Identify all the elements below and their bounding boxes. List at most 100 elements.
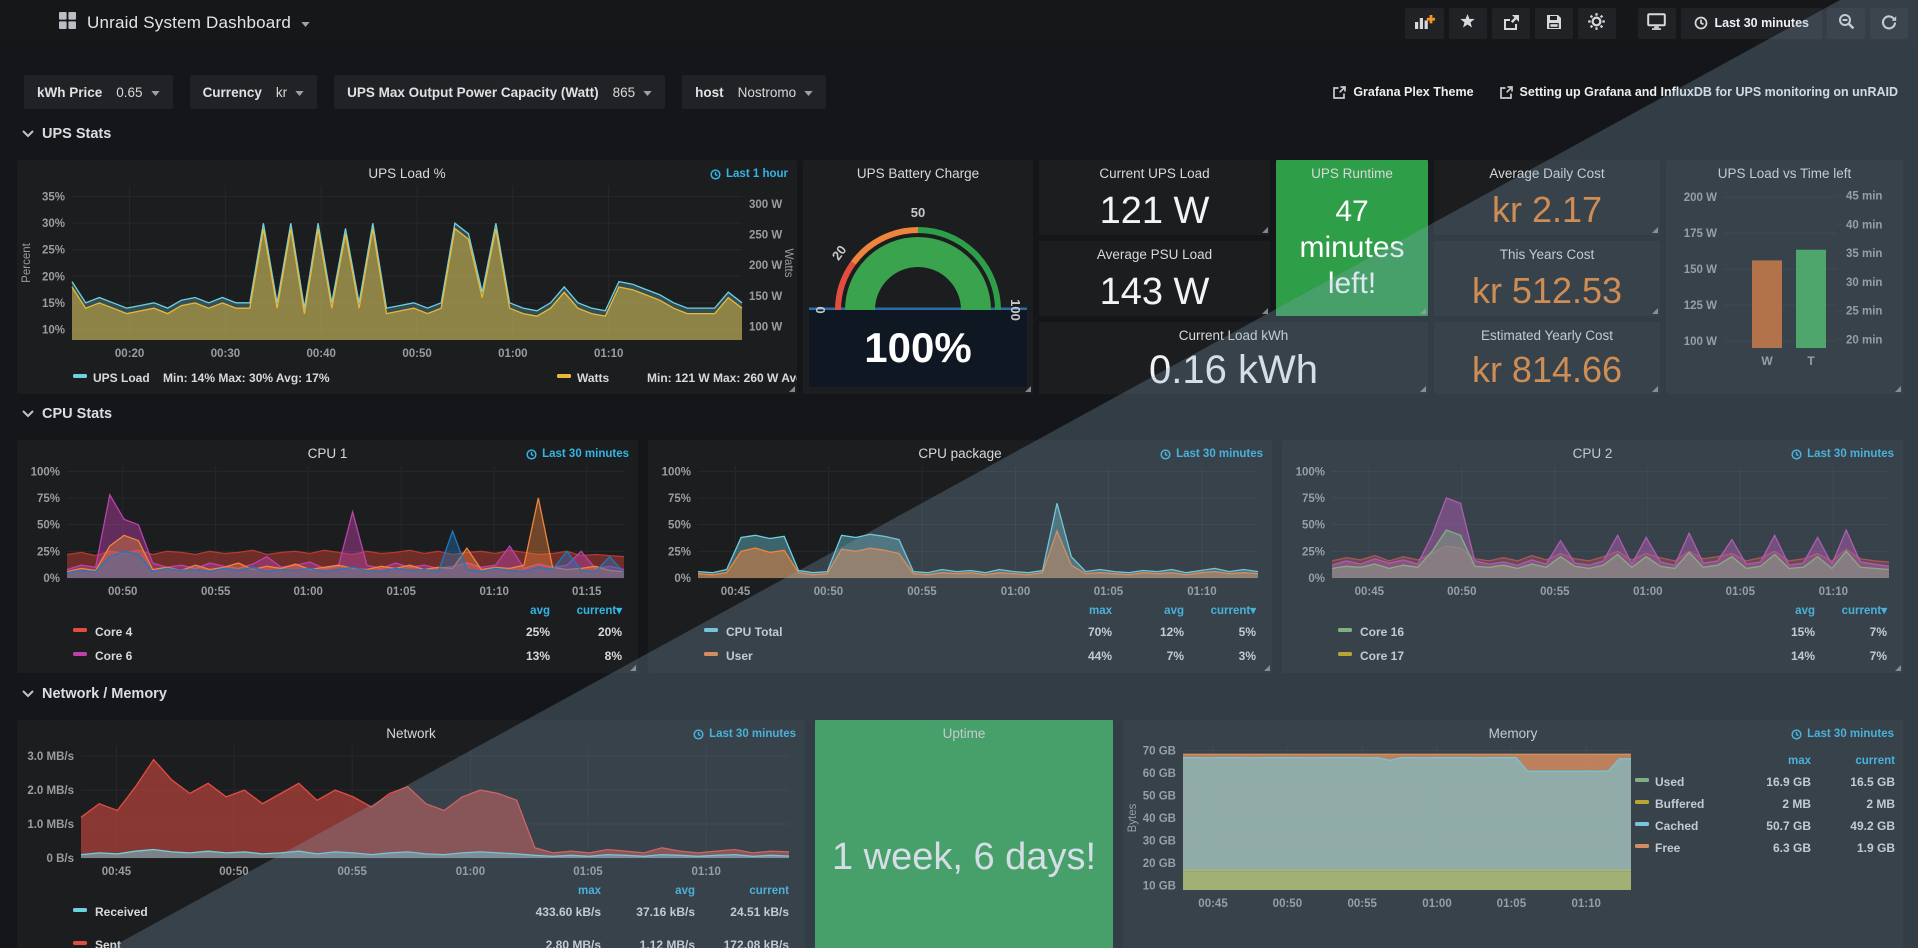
svg-text:25%: 25% bbox=[668, 546, 691, 558]
panel-ups-load-vs-time-left[interactable]: UPS Load vs Time left200 W175 W150 W125 … bbox=[1666, 160, 1903, 394]
stat-value: kr 814.66 bbox=[1434, 352, 1660, 388]
svg-text:200 W: 200 W bbox=[749, 260, 782, 272]
svg-text:150 W: 150 W bbox=[749, 291, 782, 303]
variable-label: UPS Max Output Power Capacity (Watt) bbox=[347, 85, 599, 100]
panel-current-ups-load[interactable]: Current UPS Load 121 W bbox=[1039, 160, 1270, 235]
section-network-memory[interactable]: Network / Memory bbox=[22, 686, 167, 702]
panel-title[interactable]: Average Daily Cost bbox=[1434, 166, 1660, 181]
section-title: Network / Memory bbox=[42, 686, 167, 702]
panel-average-daily-cost[interactable]: Average Daily Costkr 2.17 bbox=[1434, 160, 1660, 235]
panel-title[interactable]: Current UPS Load bbox=[1039, 166, 1270, 181]
chevron-down-icon bbox=[22, 410, 34, 418]
variable-value[interactable]: 865 bbox=[613, 85, 636, 100]
svg-text:00:50: 00:50 bbox=[108, 586, 137, 598]
refresh-button[interactable] bbox=[1870, 8, 1908, 39]
save-icon bbox=[1546, 14, 1562, 33]
variable-pill-currency: Currency kr bbox=[190, 75, 318, 109]
time-range-picker[interactable]: Last 30 minutes bbox=[1681, 8, 1822, 39]
svg-text:300 W: 300 W bbox=[749, 199, 782, 211]
panel-this-years-cost[interactable]: This Years Costkr 512.53 bbox=[1434, 241, 1660, 316]
add-panel-button[interactable] bbox=[1405, 8, 1444, 39]
panel-cpu-package[interactable]: CPU packageLast 30 minutes100%75%50%25%0… bbox=[648, 440, 1272, 673]
svg-text:0 B/s: 0 B/s bbox=[47, 853, 75, 865]
variable-label: Currency bbox=[203, 85, 262, 100]
add-panel-icon bbox=[1414, 14, 1435, 33]
svg-text:25 min: 25 min bbox=[1846, 306, 1882, 318]
dashboard-title[interactable]: Unraid System Dashboard bbox=[87, 13, 291, 33]
svg-text:00:55: 00:55 bbox=[1540, 586, 1570, 598]
panel-memory[interactable]: MemoryLast 30 minutes70 GB60 GB50 GB40 G… bbox=[1123, 720, 1903, 948]
stat-value: 47minutesleft! bbox=[1276, 194, 1428, 302]
svg-text:100%: 100% bbox=[1296, 466, 1325, 478]
caret-down-icon[interactable] bbox=[804, 83, 813, 101]
variable-pills: kWh Price0.65CurrencykrUPS Max Output Po… bbox=[24, 75, 843, 109]
dashboard-link[interactable]: Grafana Plex Theme bbox=[1333, 85, 1473, 99]
svg-text:250 W: 250 W bbox=[749, 229, 782, 241]
svg-text:01:10: 01:10 bbox=[594, 348, 623, 360]
svg-text:25%: 25% bbox=[42, 245, 65, 257]
section-cpu-stats[interactable]: CPU Stats bbox=[22, 406, 112, 422]
navbar: Unraid System Dashboard Last 30 minutes bbox=[0, 0, 1918, 46]
stat-value: 0.16 kWh bbox=[1039, 350, 1428, 390]
zoom-out-button[interactable] bbox=[1827, 8, 1865, 39]
panel-resize-handle[interactable] bbox=[1420, 308, 1426, 314]
caret-down-icon[interactable] bbox=[295, 83, 304, 101]
svg-text:0%: 0% bbox=[1308, 573, 1325, 585]
variable-value[interactable]: Nostromo bbox=[738, 85, 797, 100]
svg-text:100: 100 bbox=[1008, 299, 1023, 321]
star-button[interactable] bbox=[1449, 8, 1487, 39]
panel-title[interactable]: UPS Runtime bbox=[1276, 166, 1428, 181]
zoom-out-icon bbox=[1838, 13, 1855, 33]
panel-title[interactable]: Average PSU Load bbox=[1039, 247, 1270, 262]
save-button[interactable] bbox=[1535, 8, 1573, 39]
time-series-chart[interactable]: 100%75%50%25%0%00:4500:5000:5501:0001:05… bbox=[1282, 440, 1903, 673]
panel-title[interactable]: Uptime bbox=[815, 726, 1113, 741]
caret-down-icon[interactable] bbox=[151, 83, 160, 101]
stat-value: 121 W bbox=[1039, 192, 1270, 230]
time-series-chart[interactable]: 100%75%50%25%0%00:4500:5000:5501:0001:05… bbox=[648, 440, 1272, 673]
time-series-chart[interactable]: 70 GB60 GB50 GB40 GB30 GB20 GB10 GB00:45… bbox=[1123, 720, 1903, 948]
link-label: Setting up Grafana and InfluxDB for UPS … bbox=[1520, 85, 1898, 99]
stat-line: left! bbox=[1276, 266, 1428, 302]
svg-text:50%: 50% bbox=[1302, 520, 1325, 532]
panel-network[interactable]: NetworkLast 30 minutes3.0 MB/s2.0 MB/s1.… bbox=[17, 720, 805, 948]
time-series-chart[interactable]: 100%75%50%25%0%00:5000:5501:0001:0501:10… bbox=[17, 440, 638, 673]
svg-text:00:55: 00:55 bbox=[907, 586, 937, 598]
svg-text:01:05: 01:05 bbox=[1497, 898, 1527, 910]
dashboard-link[interactable]: Setting up Grafana and InfluxDB for UPS … bbox=[1500, 85, 1898, 99]
panel-ups-load-graph[interactable]: UPS Load %Last 1 hour35%30%25%20%15%10%3… bbox=[17, 160, 797, 394]
panel-ups-runtime[interactable]: UPS Runtime 47minutesleft! bbox=[1276, 160, 1428, 316]
panel-cpu-2[interactable]: CPU 2Last 30 minutes100%75%50%25%0%00:45… bbox=[1282, 440, 1903, 673]
apps-grid-icon[interactable] bbox=[58, 11, 77, 35]
panel-average-psu-load[interactable]: Average PSU Load143 W bbox=[1039, 241, 1270, 316]
cycle-view-button[interactable] bbox=[1638, 8, 1676, 39]
svg-text:01:00: 01:00 bbox=[1422, 898, 1451, 910]
svg-text:01:10: 01:10 bbox=[1819, 586, 1848, 598]
section-ups-stats[interactable]: UPS Stats bbox=[22, 126, 111, 142]
variable-value[interactable]: 0.65 bbox=[116, 85, 142, 100]
bar-chart: 200 W175 W150 W125 W100 W45 min40 min35 … bbox=[1666, 160, 1903, 394]
panel-title[interactable]: Estimated Yearly Cost bbox=[1434, 328, 1660, 343]
time-series-chart[interactable]: 3.0 MB/s2.0 MB/s1.0 MB/s0 B/s00:4500:500… bbox=[17, 720, 805, 948]
svg-text:01:10: 01:10 bbox=[480, 586, 509, 598]
svg-text:50%: 50% bbox=[668, 520, 691, 532]
svg-text:W: W bbox=[1761, 354, 1773, 368]
svg-text:01:00: 01:00 bbox=[293, 586, 322, 598]
panel-title[interactable]: This Years Cost bbox=[1434, 247, 1660, 262]
panel-uptime[interactable]: Uptime1 week, 6 days! bbox=[815, 720, 1113, 948]
panel-estimated-yearly-cost[interactable]: Estimated Yearly Cost kr 814.66 bbox=[1434, 322, 1660, 394]
variable-value[interactable]: kr bbox=[276, 85, 287, 100]
svg-text:25%: 25% bbox=[1302, 546, 1325, 558]
svg-text:0%: 0% bbox=[43, 573, 60, 585]
panel-ups-battery-charge[interactable]: UPS Battery Charge02050100100% bbox=[803, 160, 1033, 394]
svg-text:00:45: 00:45 bbox=[1198, 898, 1228, 910]
panel-title[interactable]: Current Load kWh bbox=[1039, 328, 1428, 343]
settings-button[interactable] bbox=[1578, 8, 1616, 39]
panel-current-load-kwh[interactable]: Current Load kWh 0.16 kWh bbox=[1039, 322, 1428, 394]
caret-down-icon[interactable] bbox=[643, 83, 652, 101]
gauge-value: 100% bbox=[864, 324, 971, 371]
svg-text:01:00: 01:00 bbox=[1633, 586, 1662, 598]
time-series-chart[interactable]: 35%30%25%20%15%10%300 W250 W200 W150 W10… bbox=[17, 160, 797, 394]
share-button[interactable] bbox=[1492, 8, 1530, 39]
panel-cpu-1[interactable]: CPU 1Last 30 minutes100%75%50%25%0%00:50… bbox=[17, 440, 638, 673]
